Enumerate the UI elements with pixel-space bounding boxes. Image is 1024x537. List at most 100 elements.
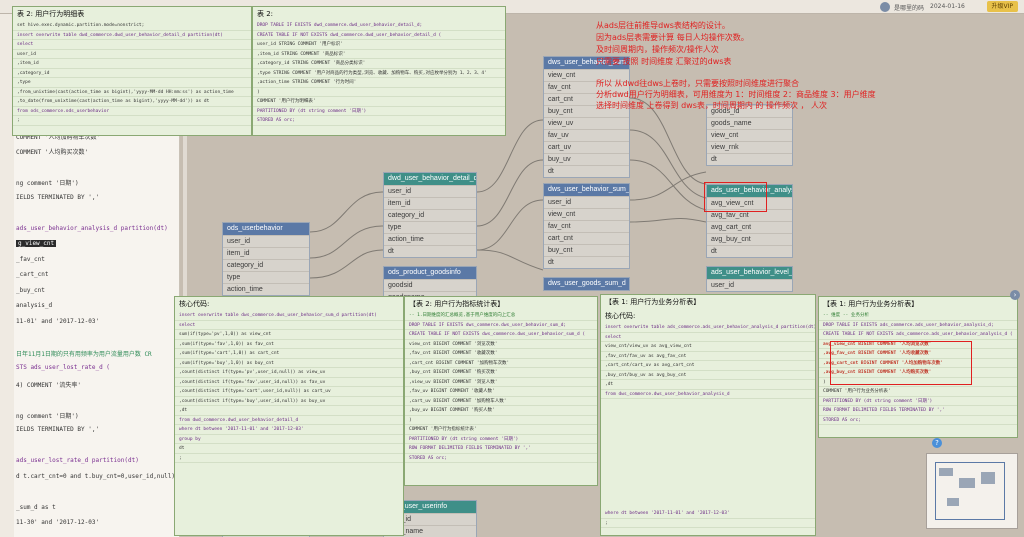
table-column[interactable]: buy_uv (544, 153, 629, 165)
table-column[interactable]: dt (707, 153, 792, 165)
table-column[interactable]: dt (707, 245, 792, 257)
table-column[interactable]: user_id (707, 279, 792, 291)
code-line: CREATE TABLE IF NOT EXISTS dws_commerce.… (405, 330, 597, 340)
annotation-middle: 所以 从dwd往dws上卷时，只需要按照时间维度进行聚合 分析dwd用户行为明细… (596, 78, 876, 111)
table-dws-user-behavior-sum[interactable]: dws_user_behavior_sum view_cnt fav_cnt car… (543, 56, 630, 178)
code-line: DROP TABLE IF EXISTS dws_commerce.dws_us… (405, 321, 597, 330)
table-dws-user-behavior-sum-d[interactable]: dws_user_behavior_sum_d user_id view_cnt f… (543, 183, 630, 269)
code-line: ; (13, 116, 251, 126)
annotation-line: 及时间周期内，操作频次/操作人次 (596, 45, 719, 54)
panel-ads-insert[interactable]: 【表 1: 用户行为业务分析表】 核心代码: insert overwrite … (600, 294, 816, 536)
table-column[interactable]: avg_cart_cnt (707, 221, 792, 233)
panel-toggle-icon[interactable]: › (1010, 290, 1020, 300)
table-column[interactable]: user_id (384, 185, 476, 197)
table-title: dwd_user_behavior_detail_d (384, 173, 476, 185)
table-column[interactable]: type (384, 221, 476, 233)
code-line: from dws_commerce.dws_user_behavior_anal… (601, 390, 815, 399)
table-column[interactable]: dt (544, 165, 629, 177)
table-column[interactable]: view_cnt (544, 208, 629, 220)
table-column[interactable]: category_id (384, 209, 476, 221)
code-line: ,action_time STRING COMMENT '行为时间' (253, 78, 505, 88)
table-ads-user-behavior-level-full[interactable]: ads_user_behavior_level_full user_id (706, 266, 793, 292)
code-line: ) (405, 416, 597, 425)
code-line: ,count(distinct if(type='pv',user_id,nul… (175, 368, 403, 378)
table-dws-goods-sum[interactable]: goods_id goods_name view_cnt view_rnk dt (706, 104, 793, 166)
table-column[interactable]: type (223, 271, 309, 283)
code-line: STORED AS orc; (819, 416, 1017, 425)
code-line: select (601, 333, 815, 342)
table-column[interactable]: buy_cnt (544, 244, 629, 256)
code-line: ROW FORMAT DELIMITED FIELDS TERMINATED B… (405, 444, 597, 454)
table-column[interactable]: cart_cnt (544, 232, 629, 244)
code-line: PARTITIONED BY (dt string comment '日期') (819, 397, 1017, 406)
table-column[interactable]: dt (384, 245, 476, 257)
table-column[interactable]: view_cnt (707, 129, 792, 141)
code-line: ; (601, 519, 815, 528)
annotation-line: 所以 从dwd往dws上卷时，只需要按照时间维度进行聚合 (596, 79, 800, 88)
code-line: ,item_id (13, 59, 251, 69)
panel-dws-ddl[interactable]: 【表 2: 用户行为指标统计表】 -- 1.日期维度的汇总概览,基于用户维度的向… (404, 296, 598, 486)
code-line: set hive.exec.dynamic.partition.mode=non… (13, 21, 251, 31)
table-column[interactable]: item_id (384, 197, 476, 209)
table-column[interactable]: fav_uv (544, 129, 629, 141)
code-line: ,buy_cnt/buy_uv as avg_buy_cnt (601, 371, 815, 380)
help-icon[interactable]: ? (932, 438, 942, 448)
table-column[interactable]: action_time (223, 283, 309, 295)
code-line: ROW FORMAT DELIMITED FIELDS TERMINATED B… (819, 406, 1017, 416)
table-column[interactable]: item_id (223, 247, 309, 259)
code-line: where dt between '2017-11-01' and '2017-… (175, 425, 403, 435)
link-line (629, 171, 707, 201)
code-line: DROP TABLE IF EXISTS ads_commerce.ads_us… (819, 321, 1017, 330)
panel-title: 【表 1: 用户行为业务分析表】 (605, 298, 701, 306)
code-line: -- 维度 -- 业务分析 (819, 311, 1017, 321)
table-column[interactable]: dt (544, 256, 629, 268)
table-column[interactable]: goodsid (384, 279, 476, 291)
minimap[interactable] (926, 453, 1018, 529)
code-line: ,from_unixtime(cast(action_time as bigin… (13, 88, 251, 97)
table-column[interactable]: action_time (384, 233, 476, 245)
code-line: PARTITIONED BY (dt string comment '日期') (405, 435, 597, 444)
code-line: from ods_commerce.ods_userbehavior (13, 107, 251, 116)
table-column[interactable]: cart_uv (544, 141, 629, 153)
code-line: ,dt (601, 380, 815, 390)
code-line: ,count(distinct if(type='cart',user_id,n… (175, 387, 403, 397)
code-line: ,dt (175, 406, 403, 416)
minimap-viewport[interactable] (935, 462, 1005, 520)
code-line: CREATE TABLE IF NOT EXISTS dwd_commerce.… (253, 31, 505, 40)
table-ods-userbehavior[interactable]: ods_userbehavior user_id item_id category_… (222, 222, 310, 296)
annotation-line: 因为ads层表需要计算 每日人均操作次数。 (596, 33, 749, 42)
table-dwd-user-behavior-detail[interactable]: dwd_user_behavior_detail_d user_id item_i… (383, 172, 477, 258)
table-column[interactable]: view_uv (544, 117, 629, 129)
panel-title: 表 2: (257, 10, 274, 18)
table-column[interactable]: fav_cnt (544, 220, 629, 232)
table-column[interactable]: user_id (544, 196, 629, 208)
code-line: COMMENT '用户行为业务分析表' (819, 387, 1017, 397)
link-line (629, 159, 707, 211)
code-line: ,cart_cnt BIGINT COMMENT '加购物车次数' (405, 359, 597, 368)
code-line: ,type STRING COMMENT '用户对商品的行为类型,浏览、收藏、加… (253, 69, 505, 78)
code-line: ,fav_cnt BIGINT COMMENT '收藏次数' (405, 349, 597, 359)
table-column[interactable]: user_id (223, 235, 309, 247)
table-dws-user-goods-sum-d[interactable]: dws_user_goods_sum_d (543, 277, 630, 291)
panel-title: 【表 2: 用户行为指标统计表】 (409, 300, 505, 308)
panel-behavior-detail-ddl[interactable]: 表 2: DROP TABLE IF EXISTS dwd_commerce.d… (252, 6, 506, 136)
panel-behavior-detail-insert[interactable]: 表 2: 用户行为明细表 set hive.exec.dynamic.parti… (12, 6, 252, 136)
annotation-top: 从ads层往前推导dws表结构的设计。 因为ads层表需要计算 每日人均操作次数… (596, 20, 749, 68)
highlight-box (704, 182, 767, 212)
table-title: ods_product_goodsinfo (384, 267, 476, 279)
table-column[interactable]: view_rnk (707, 141, 792, 153)
code-line: user_id STRING COMMENT '用户标识' (253, 40, 505, 50)
code-line: ) (253, 88, 505, 97)
code-line: ,category_id (13, 69, 251, 78)
link-line (476, 159, 544, 227)
table-column[interactable]: category_id (223, 259, 309, 271)
table-column[interactable]: goods_name (707, 117, 792, 129)
code-line: ,cart_cnt/cart_uv as avg_cart_cnt (601, 361, 815, 371)
code-line: STORED AS orc; (405, 454, 597, 463)
table-column[interactable]: avg_buy_cnt (707, 233, 792, 245)
code-line: ,fav_cnt/fav_uv as avg_fav_cnt (601, 352, 815, 361)
panel-dws-insert[interactable]: 核心代码: insert overwrite table dws_commerc… (174, 296, 404, 536)
code-line: ,buy_uv BIGINT COMMENT '购买人数' (405, 406, 597, 416)
link-line (309, 249, 384, 279)
code-line: insert overwrite table ads_commerce.ads_… (601, 323, 815, 333)
